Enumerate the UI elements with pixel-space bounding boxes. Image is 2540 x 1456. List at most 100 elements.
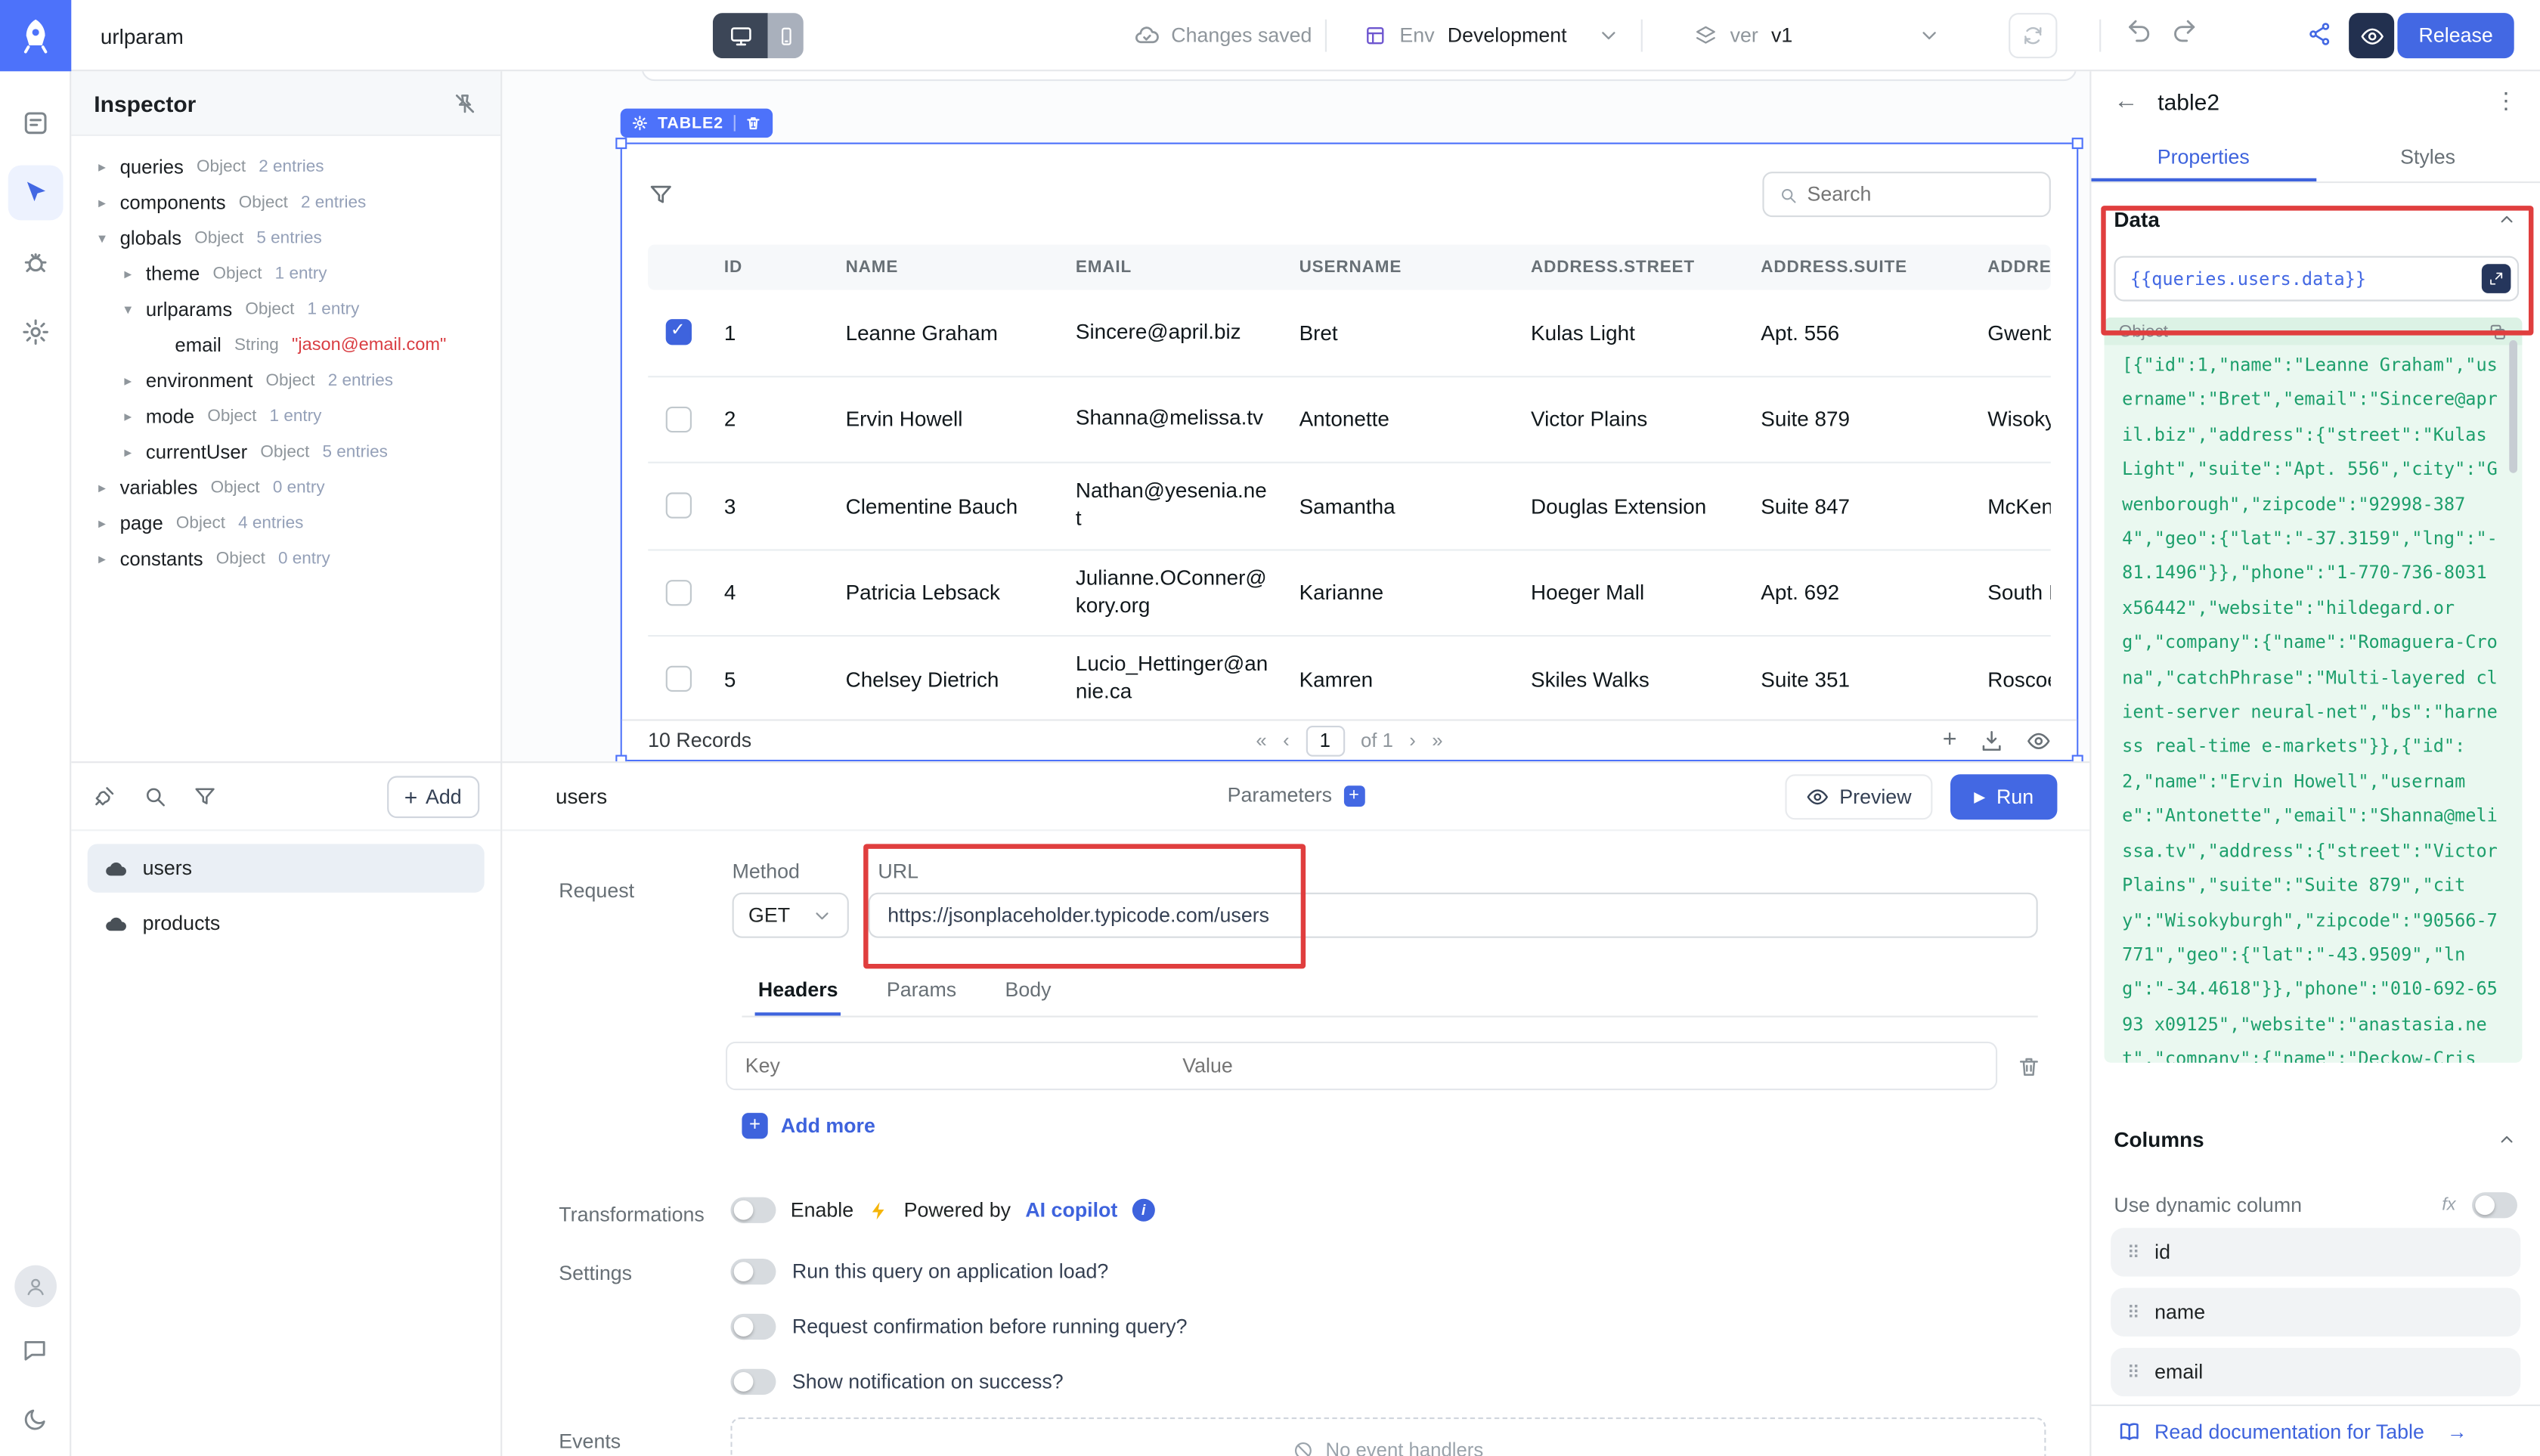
column-item[interactable]: ⠿ email — [2111, 1348, 2520, 1396]
request-tab[interactable]: Params — [884, 964, 960, 1016]
pages-panel-button[interactable] — [8, 95, 63, 150]
theme-toggle-button[interactable] — [8, 1392, 63, 1447]
url-input[interactable] — [869, 893, 2038, 938]
setting-toggle[interactable] — [730, 1314, 776, 1340]
widget-label-chip[interactable]: TABLE2 — [621, 109, 772, 138]
resize-handle[interactable] — [2072, 755, 2083, 762]
inspector-tree-node[interactable]: ▾ globals Object 5 entries — [71, 220, 500, 256]
tree-chevron-icon[interactable]: ▾ — [116, 301, 139, 319]
prev-page-icon[interactable]: ‹ — [1283, 729, 1290, 751]
column-header[interactable]: ADDRESS — [1972, 258, 2051, 277]
tree-chevron-icon[interactable]: ▸ — [116, 372, 139, 390]
method-select[interactable]: GET — [733, 893, 849, 938]
resize-handle[interactable] — [615, 138, 627, 149]
request-tab[interactable]: Body — [1002, 964, 1055, 1016]
app-logo[interactable] — [0, 0, 71, 71]
column-header[interactable]: ADDRESS.STREET — [1515, 258, 1745, 277]
settings-panel-button[interactable] — [8, 305, 63, 360]
add-parameter-button[interactable]: + — [1343, 785, 1364, 806]
row-checkbox[interactable]: ✓ — [665, 320, 691, 345]
inspector-tree-node[interactable]: ▾ urlparams Object 1 entry — [71, 292, 500, 327]
inspector-tree-node[interactable]: ▸ queries Object 2 entries — [71, 149, 500, 184]
tree-chevron-icon[interactable]: ▸ — [91, 479, 113, 497]
trash-icon[interactable] — [745, 115, 760, 131]
inspector-tree-node[interactable]: email String "jason@email.com" — [71, 327, 500, 363]
column-header[interactable]: ADDRESS.SUITE — [1745, 258, 1972, 277]
setting-toggle[interactable] — [730, 1259, 776, 1284]
inspector-tree-node[interactable]: ▸ variables Object 0 entry — [71, 469, 500, 505]
data-code-input[interactable]: {{queries.users.data}} — [2114, 256, 2519, 302]
table-search[interactable] — [1762, 172, 2050, 217]
preview-scrollbar[interactable] — [2509, 340, 2517, 473]
tree-chevron-icon[interactable]: ▸ — [91, 158, 113, 176]
row-checkbox[interactable] — [665, 493, 691, 519]
drag-handle-icon[interactable]: ⠿ — [2127, 1362, 2139, 1383]
fx-toggle[interactable]: fx — [2442, 1195, 2455, 1215]
add-query-button[interactable]: + Add — [386, 775, 479, 817]
table-row[interactable]: 5 Chelsey Dietrich Lucio_Hettinger@annie… — [648, 637, 2051, 723]
row-checkbox[interactable] — [665, 580, 691, 606]
desktop-mode-button[interactable] — [713, 13, 768, 58]
transformations-toggle[interactable] — [730, 1197, 776, 1223]
inspector-tree-node[interactable]: ▸ mode Object 1 entry — [71, 398, 500, 434]
column-item[interactable]: ⠿ id — [2111, 1228, 2520, 1276]
release-button[interactable]: Release — [2398, 13, 2514, 58]
export-icon[interactable] — [1980, 728, 2004, 752]
table-row[interactable]: 3 Clementine Bauch Nathan@yesenia.net Sa… — [648, 463, 2051, 550]
documentation-link[interactable]: Read documentation for Table → — [2091, 1405, 2540, 1456]
row-checkbox[interactable] — [665, 406, 691, 432]
unpin-panel-button[interactable] — [452, 90, 478, 116]
column-header[interactable]: NAME — [829, 258, 1059, 277]
inspector-tree-node[interactable]: ▸ environment Object 2 entries — [71, 363, 500, 398]
inspector-tree-node[interactable]: ▸ currentUser Object 5 entries — [71, 434, 500, 469]
help-chat-button[interactable] — [8, 1322, 63, 1377]
tree-chevron-icon[interactable]: ▸ — [91, 194, 113, 212]
row-checkbox[interactable] — [665, 666, 691, 692]
column-item[interactable]: ⠿ name — [2111, 1288, 2520, 1337]
tab-properties[interactable]: Properties — [2091, 132, 2315, 181]
filter-icon[interactable] — [193, 784, 217, 808]
app-preview-button[interactable] — [2349, 13, 2394, 58]
inspector-tree-node[interactable]: ▸ constants Object 0 entry — [71, 541, 500, 577]
tree-chevron-icon[interactable]: ▾ — [91, 229, 113, 247]
next-page-icon[interactable]: › — [1409, 729, 1416, 751]
table-widget[interactable]: IDNAMEEMAILUSERNAMEADDRESS.STREETADDRESS… — [621, 143, 2079, 762]
tree-chevron-icon[interactable]: ▸ — [91, 550, 113, 568]
redo-button[interactable] — [2170, 18, 2198, 45]
add-row-button[interactable]: + — [1943, 728, 1957, 752]
table-filter-button[interactable] — [648, 181, 674, 207]
header-value-input[interactable] — [1165, 1043, 1996, 1089]
request-tab[interactable]: Headers — [755, 964, 841, 1016]
copy-button[interactable] — [2488, 321, 2507, 341]
preview-button[interactable]: Preview — [1784, 774, 1932, 819]
environment-selector[interactable]: Env Development — [1364, 0, 1620, 71]
version-selector[interactable]: ver v1 — [1694, 0, 1941, 71]
query-list-item[interactable]: users — [88, 844, 485, 892]
setting-toggle[interactable] — [730, 1369, 776, 1395]
delete-header-button[interactable] — [2017, 1054, 2041, 1078]
drag-handle-icon[interactable]: ⠿ — [2127, 1302, 2139, 1323]
inspector-tree-node[interactable]: ▸ page Object 4 entries — [71, 506, 500, 541]
share-button[interactable] — [2306, 21, 2332, 47]
inspector-tree-node[interactable]: ▸ components Object 2 entries — [71, 184, 500, 220]
columns-section-header[interactable]: Columns — [2114, 1127, 2517, 1151]
table-row[interactable]: 2 Ervin Howell Shanna@melissa.tv Antonet… — [648, 376, 2051, 463]
tree-chevron-icon[interactable]: ▸ — [116, 265, 139, 283]
mobile-mode-button[interactable] — [768, 13, 804, 58]
search-icon[interactable] — [143, 784, 167, 808]
resize-handle[interactable] — [2072, 138, 2083, 149]
sync-button[interactable] — [2009, 13, 2057, 58]
header-key-input[interactable] — [727, 1043, 1165, 1089]
dynamic-column-toggle[interactable] — [2472, 1192, 2517, 1218]
expand-editor-icon[interactable] — [2482, 264, 2511, 293]
last-page-icon[interactable]: » — [1432, 729, 1442, 751]
user-avatar[interactable] — [14, 1265, 56, 1308]
back-button[interactable]: ← — [2114, 88, 2138, 115]
inspector-tree-node[interactable]: ▸ theme Object 1 entry — [71, 256, 500, 292]
tree-chevron-icon[interactable]: ▸ — [91, 514, 113, 532]
tab-styles[interactable]: Styles — [2315, 132, 2540, 181]
table-row[interactable]: ✓ 1 Leanne Graham Sincere@april.biz Bret… — [648, 290, 2051, 377]
inspector-panel-button[interactable] — [8, 166, 63, 221]
data-section-header[interactable]: Data — [2114, 207, 2517, 231]
tree-chevron-icon[interactable]: ▸ — [116, 407, 139, 426]
